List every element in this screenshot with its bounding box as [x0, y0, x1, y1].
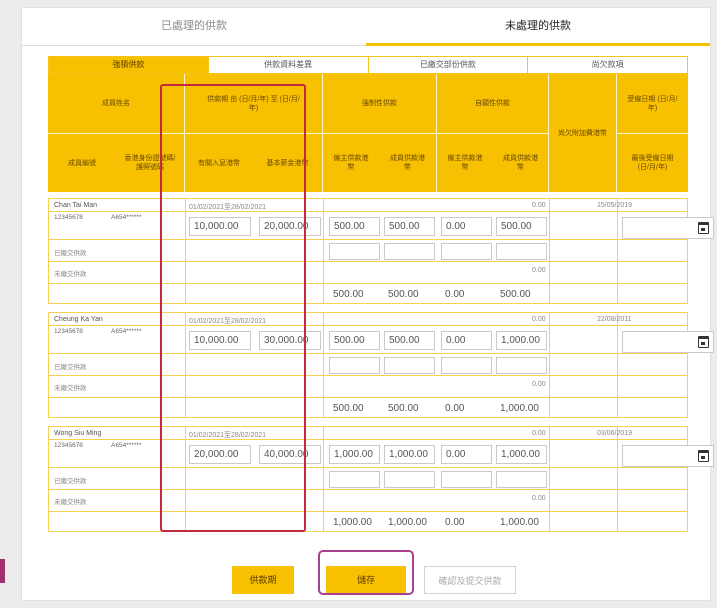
tab-unprocessed[interactable]: 未處理的供款: [366, 8, 710, 46]
member-name: Cheung Ka Yan: [54, 316, 103, 323]
ee-mandatory-input[interactable]: 1,000.00: [384, 445, 435, 464]
unpaid-er-mandatory: 500.00: [329, 400, 380, 417]
er-mandatory-paid-input[interactable]: [329, 357, 380, 374]
surcharge-value: 0.00: [532, 430, 546, 437]
unpaid-er-voluntary: 0.00: [441, 514, 492, 531]
submit-button[interactable]: 確認及提交供款: [424, 566, 516, 594]
member-name: Wong Siu Ming: [54, 430, 102, 437]
header-ee-mandatory: 成員供款港幣: [390, 155, 425, 171]
last-employment-date-input[interactable]: [622, 445, 714, 467]
member-hkid: A654******: [111, 214, 142, 221]
calendar-icon[interactable]: [698, 336, 709, 348]
er-mandatory-paid-input[interactable]: [329, 243, 380, 260]
surcharge-unpaid-value: 0.00: [532, 495, 546, 502]
subtab-discrepancy[interactable]: 供款資料差異: [209, 57, 369, 73]
header-employment-date: 受僱日期 (日/月/年): [627, 95, 678, 112]
subtab-partial[interactable]: 已繳交部份供款: [369, 57, 529, 73]
unpaid-ee-voluntary: 1,000.00: [496, 514, 547, 531]
subtab-outstanding[interactable]: 尚欠款項: [528, 57, 687, 73]
last-employment-date-input[interactable]: [622, 217, 714, 239]
member-hkid: A654******: [111, 442, 142, 449]
paid-label: 已繳交供款: [54, 364, 87, 371]
unpaid-ee-mandatory: 500.00: [384, 400, 435, 417]
paid-label: 已繳交供款: [54, 478, 87, 485]
er-mandatory-paid-input[interactable]: [329, 471, 380, 488]
member-hkid: A654******: [111, 328, 142, 335]
er-voluntary-input[interactable]: 0.00: [441, 331, 492, 350]
header-mandatory: 強制性供款: [362, 100, 397, 107]
ee-voluntary-input[interactable]: 1,000.00: [496, 331, 547, 350]
unpaid-ee-voluntary: 1,000.00: [496, 400, 547, 417]
ee-mandatory-paid-input[interactable]: [384, 243, 435, 260]
member-number: 12345678: [54, 328, 83, 335]
er-mandatory-input[interactable]: 500.00: [329, 331, 380, 350]
last-employment-date-input[interactable]: [622, 331, 714, 353]
sub-tabs: 強積供款 供款資料差異 已繳交部份供款 尚欠款項: [48, 56, 688, 74]
ee-mandatory-input[interactable]: 500.00: [384, 217, 435, 236]
er-voluntary-paid-input[interactable]: [441, 357, 492, 374]
er-mandatory-input[interactable]: 500.00: [329, 217, 380, 236]
employment-date: 22/08/2011: [597, 316, 632, 323]
tab-processed[interactable]: 已處理的供款: [22, 8, 366, 46]
surcharge-value: 0.00: [532, 202, 546, 209]
er-mandatory-input[interactable]: 1,000.00: [329, 445, 380, 464]
er-voluntary-paid-input[interactable]: [441, 243, 492, 260]
er-voluntary-input[interactable]: 0.00: [441, 445, 492, 464]
save-button-highlight: [318, 550, 414, 595]
paid-label: 已繳交供款: [54, 250, 87, 257]
header-er-voluntary: 僱主供款港幣: [447, 155, 483, 171]
member-number: 12345678: [54, 442, 83, 449]
ee-voluntary-input[interactable]: 500.00: [496, 217, 547, 236]
member-number: 12345678: [54, 214, 83, 221]
ee-voluntary-input[interactable]: 1,000.00: [496, 445, 547, 464]
unpaid-er-voluntary: 0.00: [441, 400, 492, 417]
ee-voluntary-paid-input[interactable]: [496, 357, 547, 374]
member-block: Chan Tai Man 12345678 A654****** 已繳交供款 未…: [48, 198, 714, 304]
unpaid-label: 未繳交供款: [54, 271, 87, 278]
header-surcharge: 尚欠附加費港幣: [558, 129, 607, 137]
calendar-icon[interactable]: [698, 222, 709, 234]
calendar-icon[interactable]: [698, 450, 709, 462]
surcharge-unpaid-value: 0.00: [532, 381, 546, 388]
contribution-panel: 已處理的供款 未處理的供款 強積供款 供款資料差異 已繳交部份供款 尚欠款項 成…: [22, 8, 714, 600]
unpaid-label: 未繳交供款: [54, 499, 87, 506]
unpaid-ee-voluntary: 500.00: [496, 286, 547, 303]
ee-mandatory-input[interactable]: 500.00: [384, 331, 435, 350]
subtab-contribution[interactable]: 強積供款: [49, 57, 209, 73]
member-name: Chan Tai Man: [54, 202, 98, 209]
header-member-id: 成員編號: [68, 159, 96, 167]
header-er-mandatory: 僱主供款港幣: [333, 155, 369, 171]
unpaid-er-voluntary: 0.00: [441, 286, 492, 303]
contribution-period-button[interactable]: 供款期: [232, 566, 294, 594]
member-block: Wong Siu Ming 12345678 A654****** 已繳交供款 …: [48, 426, 714, 532]
ee-mandatory-paid-input[interactable]: [384, 471, 435, 488]
unpaid-ee-mandatory: 1,000.00: [384, 514, 435, 531]
header-ee-voluntary: 成員供款港幣: [503, 155, 538, 171]
unpaid-er-mandatory: 1,000.00: [329, 514, 380, 531]
er-voluntary-paid-input[interactable]: [441, 471, 492, 488]
ee-voluntary-paid-input[interactable]: [496, 243, 547, 260]
employment-date: 03/06/2019: [597, 430, 633, 437]
top-tabs: 已處理的供款 未處理的供款: [22, 8, 710, 46]
unpaid-label: 未繳交供款: [54, 385, 87, 392]
er-voluntary-input[interactable]: 0.00: [441, 217, 492, 236]
surcharge-unpaid-value: 0.00: [532, 267, 546, 274]
ee-mandatory-paid-input[interactable]: [384, 357, 435, 374]
unpaid-er-mandatory: 500.00: [329, 286, 380, 303]
ee-voluntary-paid-input[interactable]: [496, 471, 547, 488]
employment-date: 15/05/2019: [597, 202, 633, 209]
period-column-highlight: [160, 84, 306, 532]
member-block: Cheung Ka Yan 12345678 A654****** 已繳交供款 …: [48, 312, 714, 418]
unpaid-ee-mandatory: 500.00: [384, 286, 435, 303]
header-last-employment-date: 最後受僱日期 (日/月/年): [631, 155, 674, 171]
left-side-marker: [0, 559, 5, 583]
table-header: 成員姓名 成員編號 香港身份證號碼/護照號碼 供款期 由 (日/月/年) 至 (…: [48, 74, 688, 192]
header-voluntary: 自願性供款: [475, 100, 510, 107]
surcharge-value: 0.00: [532, 316, 546, 323]
